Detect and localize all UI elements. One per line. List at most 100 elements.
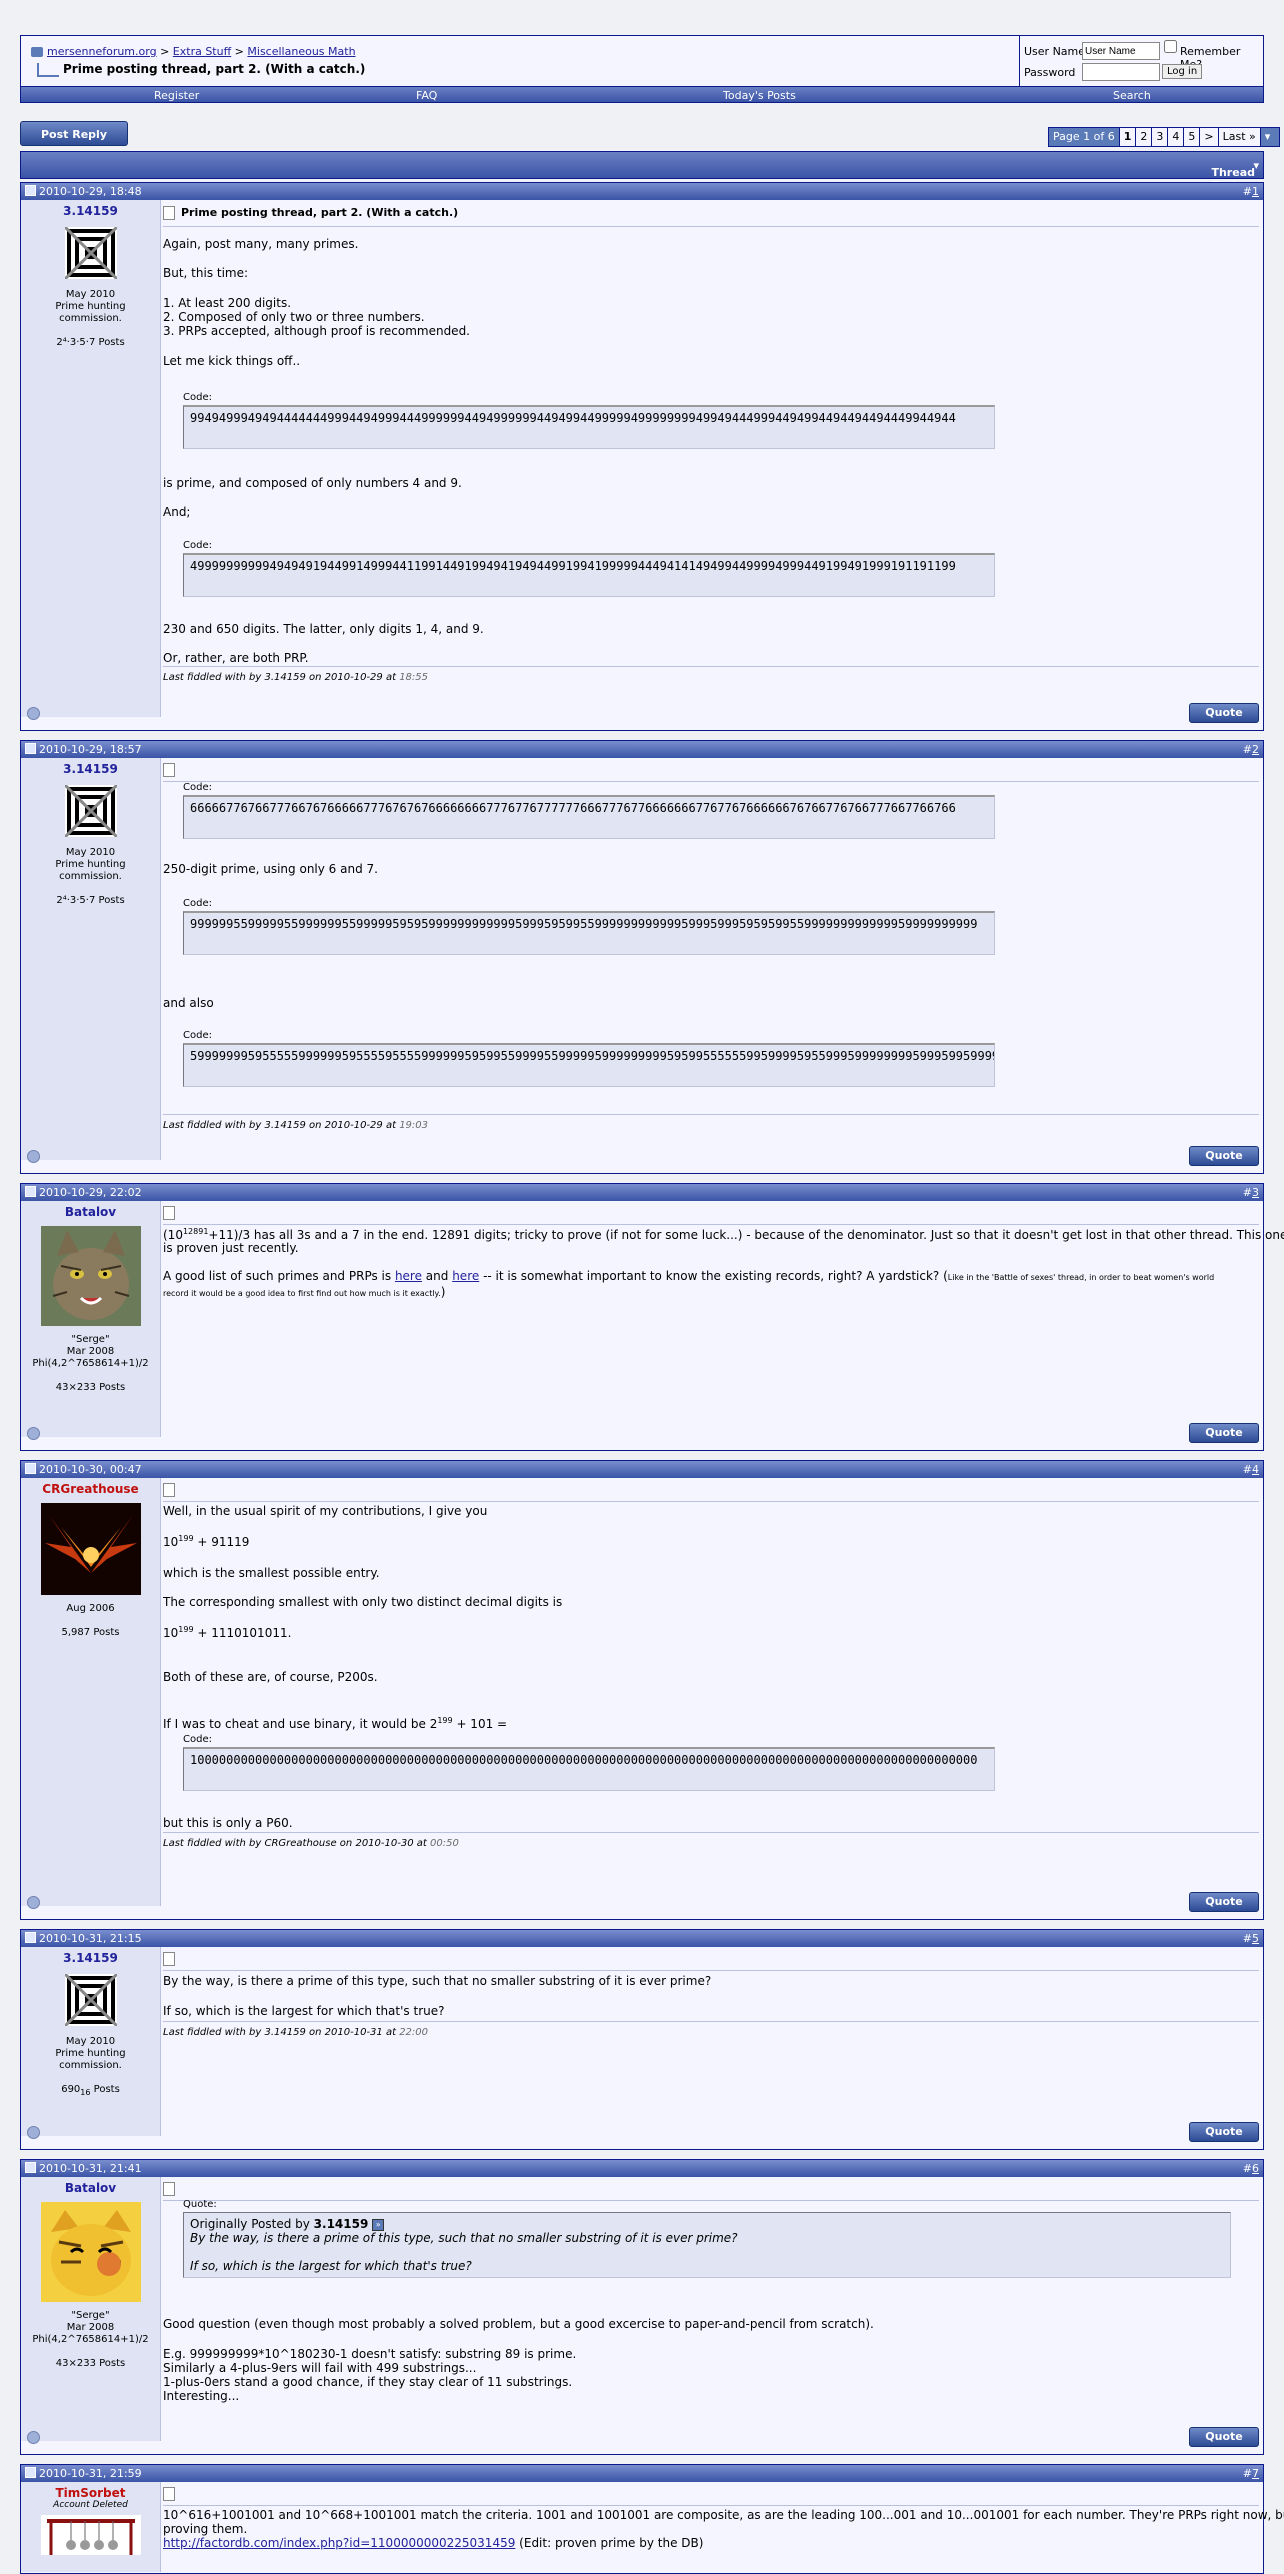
post-header: 2010-10-31, 21:59 #7 (21, 2465, 1263, 2482)
code-content[interactable]: 5999999959555559999995955559555599999959… (183, 1043, 995, 1087)
quote-button[interactable]: Quote (1189, 1146, 1259, 1166)
post-icon (25, 743, 36, 754)
link-here[interactable]: here (395, 1269, 422, 1283)
breadcrumb-forum[interactable]: Miscellaneous Math (247, 45, 355, 58)
post-text: 10199 + 1110101011. (163, 1625, 292, 1640)
post-text: but this is only a P60. (163, 1816, 293, 1830)
chevron-down-icon[interactable]: ▾ (1259, 128, 1279, 146)
quote-button[interactable]: Quote (1189, 1892, 1259, 1912)
post-number-link[interactable]: 3 (1252, 1186, 1259, 1199)
view-post-icon[interactable]: » (372, 2218, 385, 2231)
post-text: Let me kick things off.. (163, 354, 301, 368)
user-nickname: "Serge" (71, 2310, 110, 2321)
breadcrumb-site[interactable]: mersenneforum.org (47, 45, 157, 58)
login-button[interactable]: Log in (1162, 64, 1203, 79)
post-text: 230 and 650 digits. The latter, only dig… (163, 622, 484, 636)
user-info: 3.14159 May 2010 Prime hunting commissio… (21, 758, 161, 1160)
divider (163, 2021, 1259, 2022)
quote-button[interactable]: Quote (1189, 703, 1259, 723)
post-text: (1012891+11)/3 has all 3s and a 7 in the… (163, 1227, 1284, 1242)
menu-todays-posts[interactable]: Today's Posts (723, 89, 796, 102)
code-content[interactable]: 9999995599999559999995599999595959999999… (183, 911, 995, 955)
code-label: Code: (183, 1030, 212, 1041)
post: 2010-10-29, 18:57 #2 3.14159 May 2010 Pri… (20, 740, 1264, 1174)
menu-faq[interactable]: FAQ (416, 89, 437, 102)
post-text: Interesting... (163, 2389, 240, 2403)
post-header: 2010-10-29, 18:48 #1 (21, 183, 1263, 200)
last-edited-note: Last fiddled with by CRGreathouse on 201… (163, 1838, 459, 1849)
post-text: And; (163, 505, 191, 519)
quote-button[interactable]: Quote (1189, 2427, 1259, 2447)
quote-button[interactable]: Quote (1189, 2122, 1259, 2142)
username-link[interactable]: 3.14159 (21, 205, 160, 217)
username-link[interactable]: TimSorbet (21, 2487, 160, 2499)
user-title: Prime hunting (55, 301, 126, 312)
avatar (64, 785, 117, 837)
post-number-link[interactable]: 1 (1252, 185, 1259, 198)
page-1[interactable]: 1 (1118, 128, 1136, 146)
breadcrumb: mersenneforum.org > Extra Stuff > Miscel… (31, 45, 356, 58)
post-number-link[interactable]: 5 (1252, 1932, 1259, 1945)
username-link[interactable]: 3.14159 (21, 763, 160, 775)
offline-status-icon (27, 707, 40, 720)
thread-tools-button[interactable]: Thread Tools ▾ (1211, 159, 1259, 192)
avatar (40, 1503, 141, 1595)
link-here[interactable]: here (452, 1269, 479, 1283)
breadcrumb-section[interactable]: Extra Stuff (173, 45, 231, 58)
username-input[interactable] (1082, 42, 1160, 60)
user-info: Batalov "Serge" Mar 2008 Phi(4,2^7658614… (21, 1201, 161, 1437)
post-date: 2010-10-29, 22:02 (39, 1186, 142, 1199)
menu-search[interactable]: Search (1113, 89, 1151, 102)
code-content[interactable]: 6666677676677766767666667776767676666666… (183, 795, 995, 839)
post-number-link[interactable]: 6 (1252, 2162, 1259, 2175)
user-title: commission. (59, 2060, 122, 2071)
post-text: which is the smallest possible entry. (163, 1566, 380, 1580)
post-text: But, this time: (163, 266, 249, 280)
post-body: By the way, is there a prime of this typ… (163, 1947, 1259, 2127)
username-link[interactable]: 3.14159 (21, 1952, 160, 1964)
post-icon (25, 1463, 36, 1474)
page-5[interactable]: 5 (1183, 128, 1200, 146)
offline-status-icon (27, 1896, 40, 1909)
post-body: Code: 66666776766777667676666677767676766… (163, 758, 1259, 1148)
code-block: Code: 49999999999494949194499149994411991… (183, 540, 995, 597)
page-3[interactable]: 3 (1151, 128, 1168, 146)
page-last[interactable]: Last » (1217, 128, 1260, 146)
post: 2010-10-31, 21:59 #7 TimSorbet Account De… (20, 2464, 1284, 2574)
post-number-link[interactable]: 2 (1252, 743, 1259, 756)
page-4[interactable]: 4 (1167, 128, 1184, 146)
post-reply-button[interactable]: Post Reply (20, 121, 128, 146)
page-next[interactable]: > (1199, 128, 1218, 146)
password-input[interactable] (1082, 63, 1160, 81)
post-text: The corresponding smallest with only two… (163, 1595, 563, 1609)
user-title: commission. (59, 871, 122, 882)
post-text: If I was to cheat and use binary, it wou… (163, 1716, 508, 1731)
post-number-link[interactable]: 7 (1252, 2467, 1259, 2480)
username-link[interactable]: Batalov (21, 1206, 160, 1218)
username-link[interactable]: Batalov (21, 2182, 160, 2194)
factordb-link[interactable]: http://factordb.com/index.php?id=1100000… (163, 2536, 515, 2550)
username-link[interactable]: CRGreathouse (21, 1483, 160, 1495)
code-content[interactable]: 4999999999949494919449914999441199144919… (183, 553, 995, 597)
code-content[interactable]: 9949499949494444444999449499944499999944… (183, 405, 995, 449)
post-text: 10^616+1001001 and 10^668+1001001 match … (163, 2508, 1284, 2522)
quote-label: Quote: (183, 2199, 217, 2210)
post-count: 69016 Posts (61, 2084, 120, 2097)
username-label: User Name (1024, 45, 1086, 58)
user-title: Prime hunting (55, 2048, 126, 2059)
post-number-link[interactable]: 4 (1252, 1463, 1259, 1476)
quote-button[interactable]: Quote (1189, 1423, 1259, 1443)
post-text: http://factordb.com/index.php?id=1100000… (163, 2536, 704, 2550)
login-form: User Name Remember Me? Password Log in (1019, 36, 1265, 86)
avatar (40, 1226, 141, 1326)
post-text: 1. At least 200 digits. (163, 296, 292, 310)
breadcrumb-separator: > (156, 45, 173, 58)
menu-register[interactable]: Register (154, 89, 199, 102)
post-date: 2010-10-31, 21:59 (39, 2467, 142, 2480)
code-content[interactable]: 1000000000000000000000000000000000000000… (183, 1747, 995, 1791)
home-icon[interactable] (31, 47, 43, 57)
remember-me-checkbox[interactable] (1164, 40, 1177, 53)
page-2[interactable]: 2 (1135, 128, 1152, 146)
post-text: Again, post many, many primes. (163, 237, 359, 251)
divider (163, 1832, 1259, 1833)
